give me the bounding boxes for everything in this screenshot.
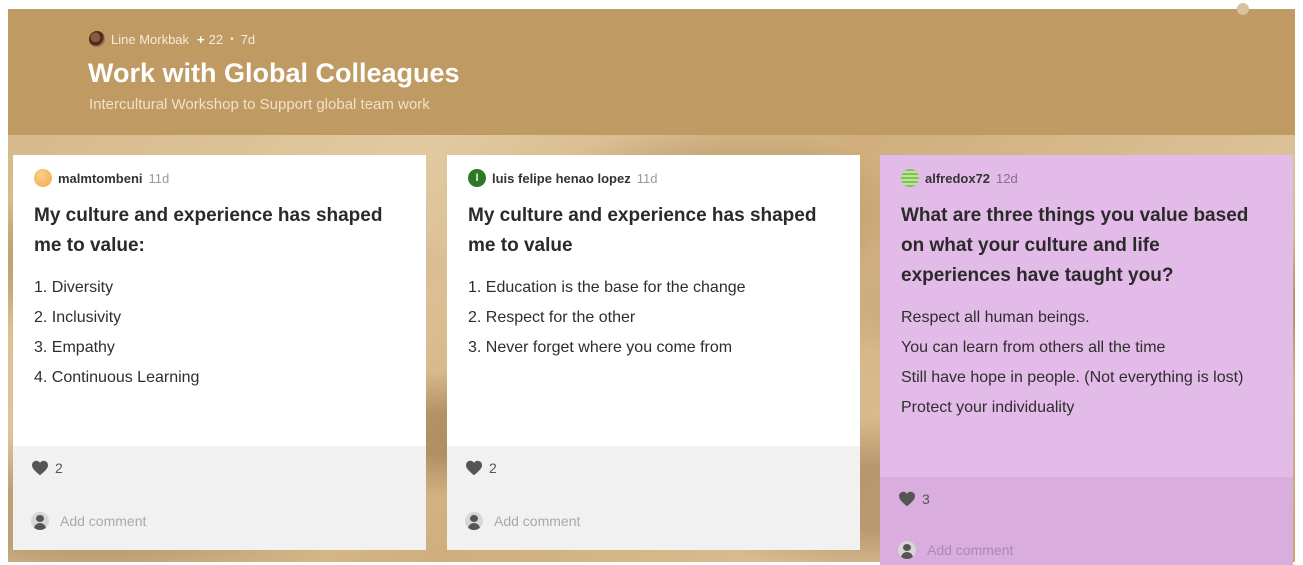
user-avatar-icon — [31, 512, 49, 530]
post-card[interactable]: alfredox72 12d What are three things you… — [880, 155, 1293, 565]
board-author[interactable]: Line Morkbak — [111, 32, 189, 47]
add-comment-input[interactable]: Add comment — [494, 513, 580, 529]
post-author-name[interactable]: malmtombeni — [58, 171, 143, 186]
post-body: 1. Education is the base for the change … — [468, 273, 840, 363]
board-header: Line Morkbak + 22 • 7d Work with Global … — [8, 3, 1295, 135]
post-author-avatar[interactable] — [901, 169, 919, 187]
post-age: 11d — [636, 170, 658, 186]
header-menu-icon[interactable] — [1237, 3, 1249, 15]
board-subtitle: Intercultural Workshop to Support global… — [89, 96, 430, 113]
post-body-line: Respect all human beings. — [901, 309, 1090, 326]
author-avatar[interactable] — [89, 31, 105, 47]
post-author-name[interactable]: alfredox72 — [925, 171, 990, 186]
post-body-line: 3. Empathy — [34, 339, 115, 356]
user-avatar-icon — [465, 512, 483, 530]
post-card[interactable]: l luis felipe henao lopez 11d My culture… — [447, 155, 860, 550]
post-footer: 2 Add comment — [13, 446, 426, 550]
post-body: 1. Diversity 2. Inclusivity 3. Empathy 4… — [34, 273, 406, 393]
heart-icon — [466, 460, 482, 476]
post-title: My culture and experience has shaped me … — [468, 205, 817, 256]
post-author-avatar[interactable] — [34, 169, 52, 187]
post-body-line: 1. Education is the base for the change — [468, 279, 746, 296]
post-body-line: 4. Continuous Learning — [34, 369, 200, 386]
board-title: Work with Global Colleagues — [88, 58, 460, 88]
comment-row[interactable]: Add comment — [31, 512, 146, 530]
post-footer: 3 Add comment — [880, 477, 1293, 565]
add-comment-input[interactable]: Add comment — [60, 513, 146, 529]
post-title: What are three things you value based on… — [901, 205, 1249, 286]
contributors-plus: + — [197, 31, 205, 47]
like-count: 3 — [922, 491, 930, 507]
post-footer: 2 Add comment — [447, 446, 860, 550]
post-title: My culture and experience has shaped me … — [34, 205, 383, 256]
contributors-count[interactable]: 22 — [209, 32, 223, 47]
like-button[interactable]: 2 — [31, 460, 63, 476]
post-author-row: malmtombeni 11d — [34, 169, 406, 187]
post-author-name[interactable]: luis felipe henao lopez — [492, 171, 631, 186]
post-author-row: l luis felipe henao lopez 11d — [468, 169, 840, 187]
board-age: 7d — [240, 31, 256, 47]
post-author-avatar[interactable]: l — [468, 169, 486, 187]
user-avatar-icon — [898, 541, 916, 559]
like-count: 2 — [55, 460, 63, 476]
heart-icon — [32, 460, 48, 476]
comment-row[interactable]: Add comment — [898, 541, 1013, 559]
meta-separator: • — [230, 33, 234, 45]
like-button[interactable]: 2 — [465, 460, 497, 476]
board-meta: Line Morkbak + 22 • 7d — [89, 31, 255, 47]
post-content: alfredox72 12d What are three things you… — [880, 155, 1293, 477]
post-body-line: Still have hope in people. (Not everythi… — [901, 369, 1244, 386]
post-age: 11d — [148, 170, 170, 186]
post-age: 12d — [996, 170, 1018, 186]
heart-icon — [899, 491, 915, 507]
post-body-line: You can learn from others all the time — [901, 339, 1166, 356]
post-body: Respect all human beings. You can learn … — [901, 303, 1273, 423]
post-body-line: 3. Never forget where you come from — [468, 339, 733, 356]
post-card[interactable]: malmtombeni 11d My culture and experienc… — [13, 155, 426, 550]
post-body-line: 1. Diversity — [34, 279, 114, 296]
post-body-line: 2. Respect for the other — [468, 309, 636, 326]
comment-row[interactable]: Add comment — [465, 512, 580, 530]
post-content: malmtombeni 11d My culture and experienc… — [13, 155, 426, 446]
post-content: l luis felipe henao lopez 11d My culture… — [447, 155, 860, 446]
like-count: 2 — [489, 460, 497, 476]
post-body-line: Protect your individuality — [901, 399, 1075, 416]
like-button[interactable]: 3 — [898, 491, 930, 507]
post-author-row: alfredox72 12d — [901, 169, 1273, 187]
post-body-line: 2. Inclusivity — [34, 309, 122, 326]
add-comment-input[interactable]: Add comment — [927, 542, 1013, 558]
